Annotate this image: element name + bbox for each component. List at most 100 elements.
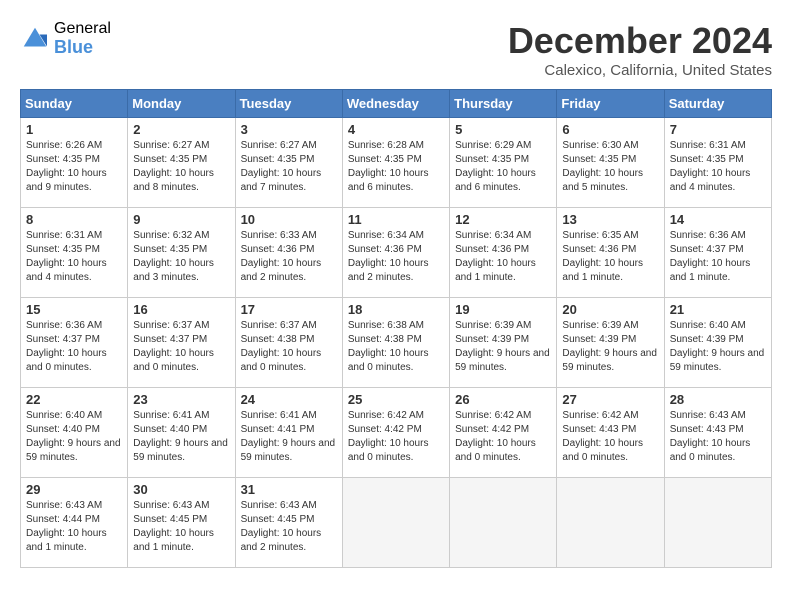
cell-info: Sunrise: 6:35 AMSunset: 4:36 PMDaylight:… [562,230,643,283]
calendar-cell: 13 Sunrise: 6:35 AMSunset: 4:36 PMDaylig… [557,208,664,298]
day-number: 1 [26,122,122,137]
day-number: 16 [133,302,229,317]
cell-info: Sunrise: 6:42 AMSunset: 4:42 PMDaylight:… [348,410,429,463]
calendar-cell: 6 Sunrise: 6:30 AMSunset: 4:35 PMDayligh… [557,118,664,208]
calendar-cell: 2 Sunrise: 6:27 AMSunset: 4:35 PMDayligh… [128,118,235,208]
cell-info: Sunrise: 6:39 AMSunset: 4:39 PMDaylight:… [455,320,550,373]
calendar-cell: 23 Sunrise: 6:41 AMSunset: 4:40 PMDaylig… [128,388,235,478]
empty-cell [557,478,664,568]
location: Calexico, California, United States [508,62,772,79]
calendar-row: 8 Sunrise: 6:31 AMSunset: 4:35 PMDayligh… [21,208,772,298]
cell-info: Sunrise: 6:38 AMSunset: 4:38 PMDaylight:… [348,320,429,373]
day-number: 14 [670,212,766,227]
day-number: 31 [241,482,337,497]
calendar-cell: 19 Sunrise: 6:39 AMSunset: 4:39 PMDaylig… [450,298,557,388]
calendar-cell: 24 Sunrise: 6:41 AMSunset: 4:41 PMDaylig… [235,388,342,478]
day-number: 22 [26,392,122,407]
empty-cell [342,478,449,568]
cell-info: Sunrise: 6:37 AMSunset: 4:37 PMDaylight:… [133,320,214,373]
col-monday: Monday [128,90,235,118]
calendar-cell: 21 Sunrise: 6:40 AMSunset: 4:39 PMDaylig… [664,298,771,388]
calendar-row: 15 Sunrise: 6:36 AMSunset: 4:37 PMDaylig… [21,298,772,388]
day-number: 19 [455,302,551,317]
cell-info: Sunrise: 6:41 AMSunset: 4:40 PMDaylight:… [133,410,228,463]
day-number: 29 [26,482,122,497]
calendar-cell: 11 Sunrise: 6:34 AMSunset: 4:36 PMDaylig… [342,208,449,298]
cell-info: Sunrise: 6:26 AMSunset: 4:35 PMDaylight:… [26,140,107,193]
calendar-cell: 29 Sunrise: 6:43 AMSunset: 4:44 PMDaylig… [21,478,128,568]
calendar-cell: 20 Sunrise: 6:39 AMSunset: 4:39 PMDaylig… [557,298,664,388]
calendar-cell: 10 Sunrise: 6:33 AMSunset: 4:36 PMDaylig… [235,208,342,298]
page-header: General Blue December 2024 Calexico, Cal… [20,20,772,79]
col-tuesday: Tuesday [235,90,342,118]
col-wednesday: Wednesday [342,90,449,118]
empty-cell [450,478,557,568]
logo-general: General [54,20,111,38]
cell-info: Sunrise: 6:39 AMSunset: 4:39 PMDaylight:… [562,320,657,373]
cell-info: Sunrise: 6:31 AMSunset: 4:35 PMDaylight:… [26,230,107,283]
col-sunday: Sunday [21,90,128,118]
cell-info: Sunrise: 6:43 AMSunset: 4:45 PMDaylight:… [241,500,322,553]
day-number: 13 [562,212,658,227]
cell-info: Sunrise: 6:34 AMSunset: 4:36 PMDaylight:… [455,230,536,283]
day-number: 23 [133,392,229,407]
empty-cell [664,478,771,568]
calendar-cell: 18 Sunrise: 6:38 AMSunset: 4:38 PMDaylig… [342,298,449,388]
day-number: 26 [455,392,551,407]
calendar-cell: 12 Sunrise: 6:34 AMSunset: 4:36 PMDaylig… [450,208,557,298]
calendar-cell: 27 Sunrise: 6:42 AMSunset: 4:43 PMDaylig… [557,388,664,478]
calendar-cell: 17 Sunrise: 6:37 AMSunset: 4:38 PMDaylig… [235,298,342,388]
month-title: December 2024 [508,20,772,62]
day-number: 7 [670,122,766,137]
cell-info: Sunrise: 6:33 AMSunset: 4:36 PMDaylight:… [241,230,322,283]
calendar-cell: 22 Sunrise: 6:40 AMSunset: 4:40 PMDaylig… [21,388,128,478]
day-number: 2 [133,122,229,137]
day-number: 17 [241,302,337,317]
calendar-cell: 4 Sunrise: 6:28 AMSunset: 4:35 PMDayligh… [342,118,449,208]
cell-info: Sunrise: 6:43 AMSunset: 4:44 PMDaylight:… [26,500,107,553]
day-number: 9 [133,212,229,227]
calendar-cell: 7 Sunrise: 6:31 AMSunset: 4:35 PMDayligh… [664,118,771,208]
calendar-cell: 25 Sunrise: 6:42 AMSunset: 4:42 PMDaylig… [342,388,449,478]
cell-info: Sunrise: 6:40 AMSunset: 4:40 PMDaylight:… [26,410,121,463]
cell-info: Sunrise: 6:42 AMSunset: 4:42 PMDaylight:… [455,410,536,463]
title-area: December 2024 Calexico, California, Unit… [508,20,772,79]
day-number: 25 [348,392,444,407]
calendar-cell: 30 Sunrise: 6:43 AMSunset: 4:45 PMDaylig… [128,478,235,568]
calendar-cell: 5 Sunrise: 6:29 AMSunset: 4:35 PMDayligh… [450,118,557,208]
calendar-cell: 9 Sunrise: 6:32 AMSunset: 4:35 PMDayligh… [128,208,235,298]
day-number: 24 [241,392,337,407]
cell-info: Sunrise: 6:36 AMSunset: 4:37 PMDaylight:… [670,230,751,283]
calendar-cell: 26 Sunrise: 6:42 AMSunset: 4:42 PMDaylig… [450,388,557,478]
calendar-table: Sunday Monday Tuesday Wednesday Thursday… [20,89,772,568]
logo-blue: Blue [54,38,111,58]
col-thursday: Thursday [450,90,557,118]
header-row: Sunday Monday Tuesday Wednesday Thursday… [21,90,772,118]
day-number: 21 [670,302,766,317]
calendar-cell: 8 Sunrise: 6:31 AMSunset: 4:35 PMDayligh… [21,208,128,298]
cell-info: Sunrise: 6:29 AMSunset: 4:35 PMDaylight:… [455,140,536,193]
cell-info: Sunrise: 6:36 AMSunset: 4:37 PMDaylight:… [26,320,107,373]
calendar-row: 22 Sunrise: 6:40 AMSunset: 4:40 PMDaylig… [21,388,772,478]
cell-info: Sunrise: 6:32 AMSunset: 4:35 PMDaylight:… [133,230,214,283]
col-friday: Friday [557,90,664,118]
calendar-cell: 3 Sunrise: 6:27 AMSunset: 4:35 PMDayligh… [235,118,342,208]
calendar-cell: 16 Sunrise: 6:37 AMSunset: 4:37 PMDaylig… [128,298,235,388]
day-number: 3 [241,122,337,137]
cell-info: Sunrise: 6:27 AMSunset: 4:35 PMDaylight:… [133,140,214,193]
day-number: 5 [455,122,551,137]
cell-info: Sunrise: 6:43 AMSunset: 4:43 PMDaylight:… [670,410,751,463]
calendar-cell: 15 Sunrise: 6:36 AMSunset: 4:37 PMDaylig… [21,298,128,388]
logo: General Blue [20,20,111,57]
logo-icon [20,24,50,54]
day-number: 30 [133,482,229,497]
cell-info: Sunrise: 6:34 AMSunset: 4:36 PMDaylight:… [348,230,429,283]
day-number: 10 [241,212,337,227]
calendar-cell: 28 Sunrise: 6:43 AMSunset: 4:43 PMDaylig… [664,388,771,478]
logo-text: General Blue [54,20,111,57]
calendar-row: 1 Sunrise: 6:26 AMSunset: 4:35 PMDayligh… [21,118,772,208]
cell-info: Sunrise: 6:30 AMSunset: 4:35 PMDaylight:… [562,140,643,193]
cell-info: Sunrise: 6:41 AMSunset: 4:41 PMDaylight:… [241,410,336,463]
calendar-cell: 31 Sunrise: 6:43 AMSunset: 4:45 PMDaylig… [235,478,342,568]
cell-info: Sunrise: 6:42 AMSunset: 4:43 PMDaylight:… [562,410,643,463]
